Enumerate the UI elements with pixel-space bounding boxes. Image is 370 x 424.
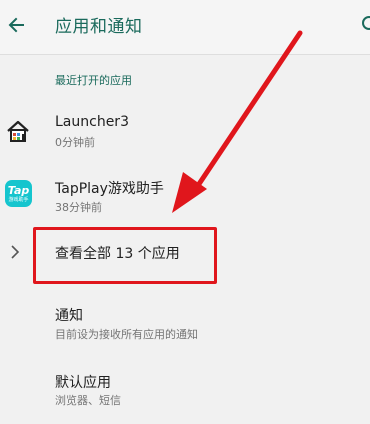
back-arrow-icon [8,17,24,33]
tapplay-icon: Tap 游戏助手 [5,180,32,207]
home-icon [5,118,31,148]
list-item-launcher3[interactable]: Launcher3 0分钟前 [0,108,370,160]
setting-description: 目前设为接收所有应用的通知 [55,328,198,341]
recent-apps-header: 最近打开的应用 [55,74,132,87]
app-last-used: 38分钟前 [55,201,102,214]
settings-item-notifications[interactable]: 通知 目前设为接收所有应用的通知 [0,295,370,355]
setting-name: 通知 [55,308,83,324]
search-icon [362,16,370,30]
app-bar: 应用和通知 [0,0,370,54]
search-button[interactable] [356,11,370,39]
app-last-used: 0分钟前 [55,136,95,149]
app-name: TapPlay游戏助手 [55,181,164,197]
setting-name: 默认应用 [55,375,111,391]
setting-description: 浏览器、短信 [55,394,121,407]
annotation-highlight-box [33,227,217,284]
chevron-right-icon [11,245,20,259]
appbar-divider [0,54,370,55]
app-name: Launcher3 [55,114,129,130]
settings-item-default-apps[interactable]: 默认应用 浏览器、短信 [0,364,370,424]
list-item-tapplay[interactable]: Tap 游戏助手 TapPlay游戏助手 38分钟前 [0,170,370,222]
page-title: 应用和通知 [55,17,143,37]
back-button[interactable] [3,11,31,39]
